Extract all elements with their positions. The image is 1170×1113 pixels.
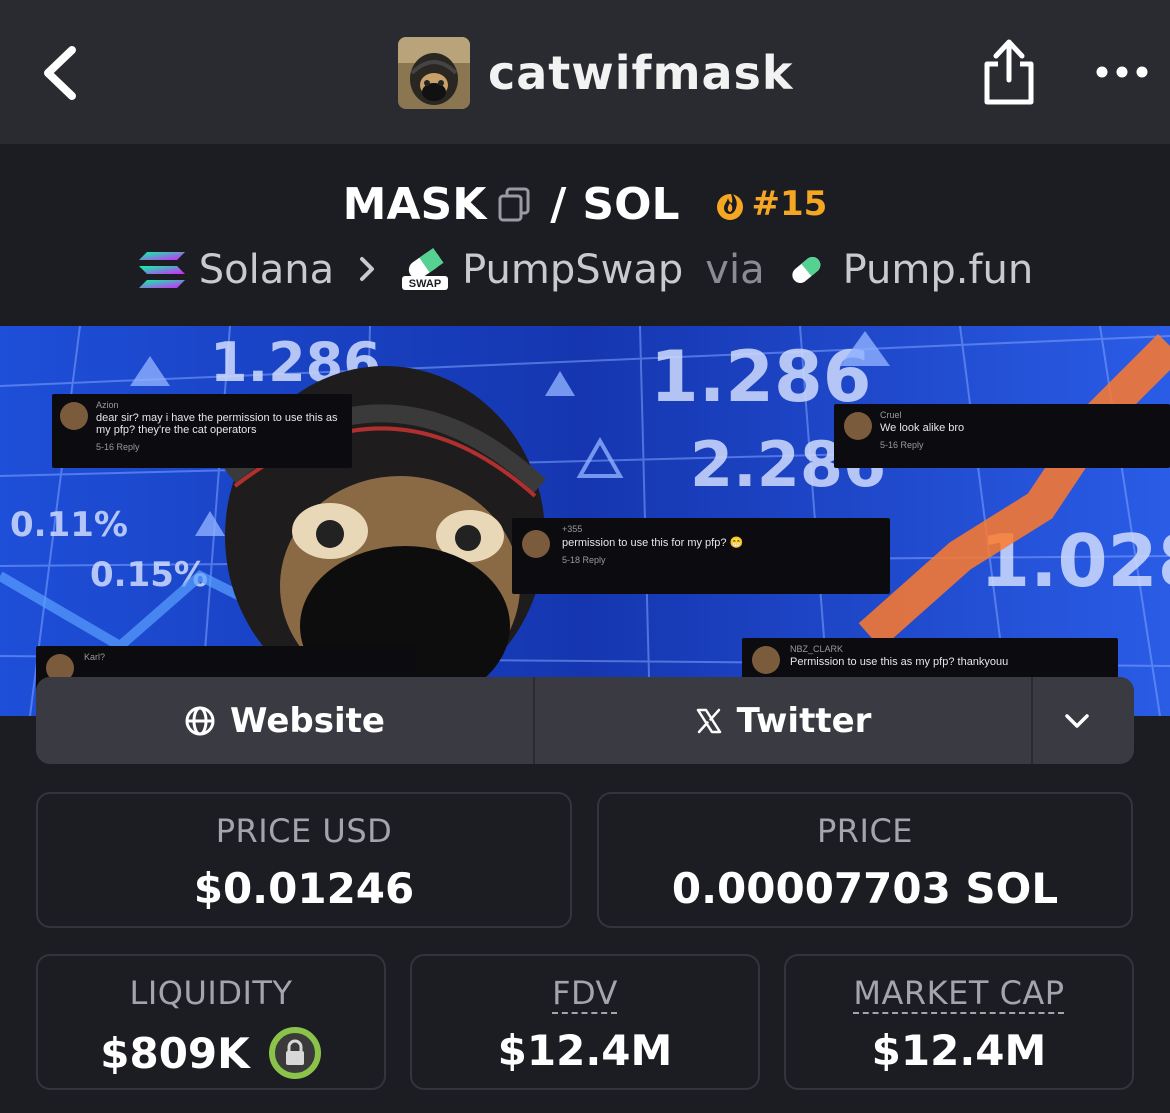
liquidity-card: LIQUIDITY $809K [36,954,386,1090]
fdv-card[interactable]: FDV $12.4M [410,954,760,1090]
fdv-value: $12.4M [497,1026,673,1075]
market-cap-card[interactable]: MARKET CAP $12.4M [784,954,1134,1090]
ellipsis-icon [1096,66,1148,78]
social-links-bar: Website Twitter [36,677,1134,764]
back-button[interactable] [34,40,94,106]
lock-icon[interactable] [268,1026,322,1080]
x-logo-icon [696,708,721,733]
price-usd-card: PRICE USD $0.01246 [36,792,572,928]
share-button[interactable] [978,34,1040,108]
top-nav-bar: catwifmask [0,0,1170,144]
banner-comment: Azion dear sir? may i have the permissio… [52,394,352,468]
price-native-card: PRICE 0.00007703 SOL [597,792,1133,928]
liquidity-value: $809K [100,1028,250,1078]
price-native-value: 0.00007703 SOL [671,864,1059,913]
via-label: via [705,247,765,293]
website-label: Website [230,700,385,741]
dex-name[interactable]: PumpSwap [462,247,683,293]
trending-rank[interactable]: #15 [714,184,828,224]
pill-icon [791,256,820,284]
price-native-label: PRICE [816,812,914,850]
price-usd-value: $0.01246 [193,864,415,913]
market-cap-value: $12.4M [871,1026,1047,1075]
website-button[interactable]: Website [36,677,535,764]
flame-icon [716,190,743,220]
base-symbol: MASK [342,178,487,230]
banner-comment: Cruel We look alike bro 5-16 Reply [834,404,1170,468]
chevron-left-icon [44,46,76,100]
globe-icon [185,706,215,735]
nav-title: catwifmask [488,46,794,100]
chain-name[interactable]: Solana [199,247,334,293]
rank-text: #15 [751,184,828,224]
copy-icon[interactable] [496,186,532,222]
price-usd-label: PRICE USD [215,812,393,850]
chevron-down-icon [1064,713,1089,728]
launchpad-name[interactable]: Pump.fun [843,247,1034,293]
liquidity-value-row: $809K [38,1026,384,1080]
token-banner: 1.286 1.286 2.286 0.11% 0.15% 1.028 [0,326,1170,716]
pair-header: MASK / SOL #15 Solana SWAP PumpSwap via … [0,144,1170,326]
svg-text:0.11%: 0.11% [10,505,128,545]
chain-breadcrumb: Solana SWAP PumpSwap via Pump.fun [0,240,1170,300]
pair-row: MASK / SOL #15 [0,174,1170,234]
svg-text:SWAP: SWAP [409,278,441,290]
token-avatar [398,37,470,109]
more-options-button[interactable] [1094,56,1150,88]
pair-separator: / [550,178,567,230]
twitter-button[interactable]: Twitter [535,677,1033,764]
pumpswap-icon: SWAP [402,248,449,290]
banner-comment: +355 permission to use this for my pfp? … [512,518,890,594]
liquidity-label: LIQUIDITY [129,974,293,1012]
solana-icon [138,252,185,288]
quote-symbol: SOL [582,178,680,230]
market-cap-label: MARKET CAP [853,974,1065,1012]
chevron-right-icon [358,247,376,293]
share-icon [984,39,1034,105]
twitter-label: Twitter [736,700,872,741]
expand-links-button[interactable] [1033,677,1134,764]
token-title: catwifmask [398,37,794,109]
fdv-label: FDV [552,974,618,1012]
